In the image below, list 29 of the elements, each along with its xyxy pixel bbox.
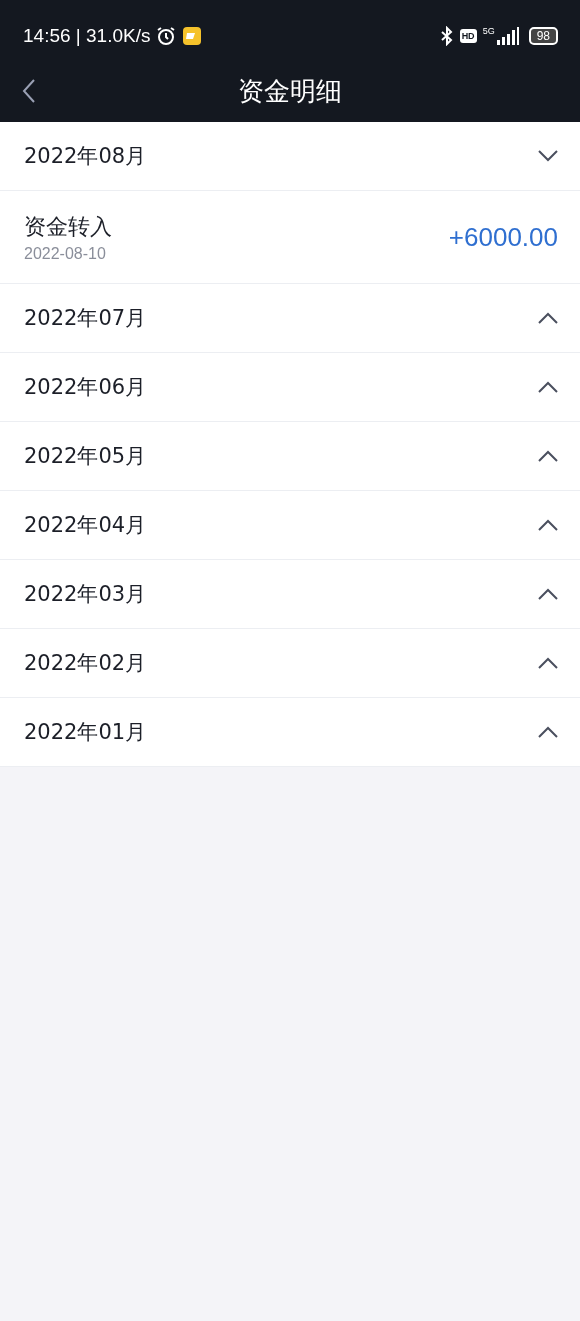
chevron-up-icon <box>538 450 558 462</box>
month-header[interactable]: 2022年04月 <box>0 491 580 560</box>
month-header[interactable]: 2022年02月 <box>0 629 580 698</box>
month-header[interactable]: 2022年07月 <box>0 284 580 353</box>
network-type: 5G <box>482 26 495 36</box>
transaction-title: 资金转入 <box>24 212 112 241</box>
hd-badge: HD <box>459 29 477 43</box>
transaction-amount: +6000.00 <box>448 221 558 253</box>
chevron-up-icon <box>538 588 558 600</box>
chevron-up-icon <box>538 519 558 531</box>
month-header[interactable]: 2022年03月 <box>0 560 580 629</box>
page-title: 资金明细 <box>238 74 342 108</box>
month-header[interactable]: 2022年08月 <box>0 122 580 191</box>
bluetooth-icon <box>439 26 454 46</box>
month-header[interactable]: 2022年06月 <box>0 353 580 422</box>
alarm-clock-icon <box>156 26 177 46</box>
month-header[interactable]: 2022年01月 <box>0 698 580 767</box>
chevron-down-icon <box>538 150 558 162</box>
app-notification-icon <box>182 26 203 46</box>
chevron-up-icon <box>538 312 558 324</box>
transaction-date: 2022-08-10 <box>24 244 107 263</box>
chevron-up-icon <box>538 726 558 738</box>
signal-icon <box>496 27 519 45</box>
status-time: 14:56 | 31.0K/s <box>23 25 151 47</box>
chevron-up-icon <box>538 381 558 393</box>
chevron-up-icon <box>538 657 558 669</box>
battery-indicator: 98 <box>528 27 558 45</box>
month-header[interactable]: 2022年05月 <box>0 422 580 491</box>
transaction-row[interactable]: 资金转入 2022-08-10 +6000.00 <box>0 191 580 284</box>
